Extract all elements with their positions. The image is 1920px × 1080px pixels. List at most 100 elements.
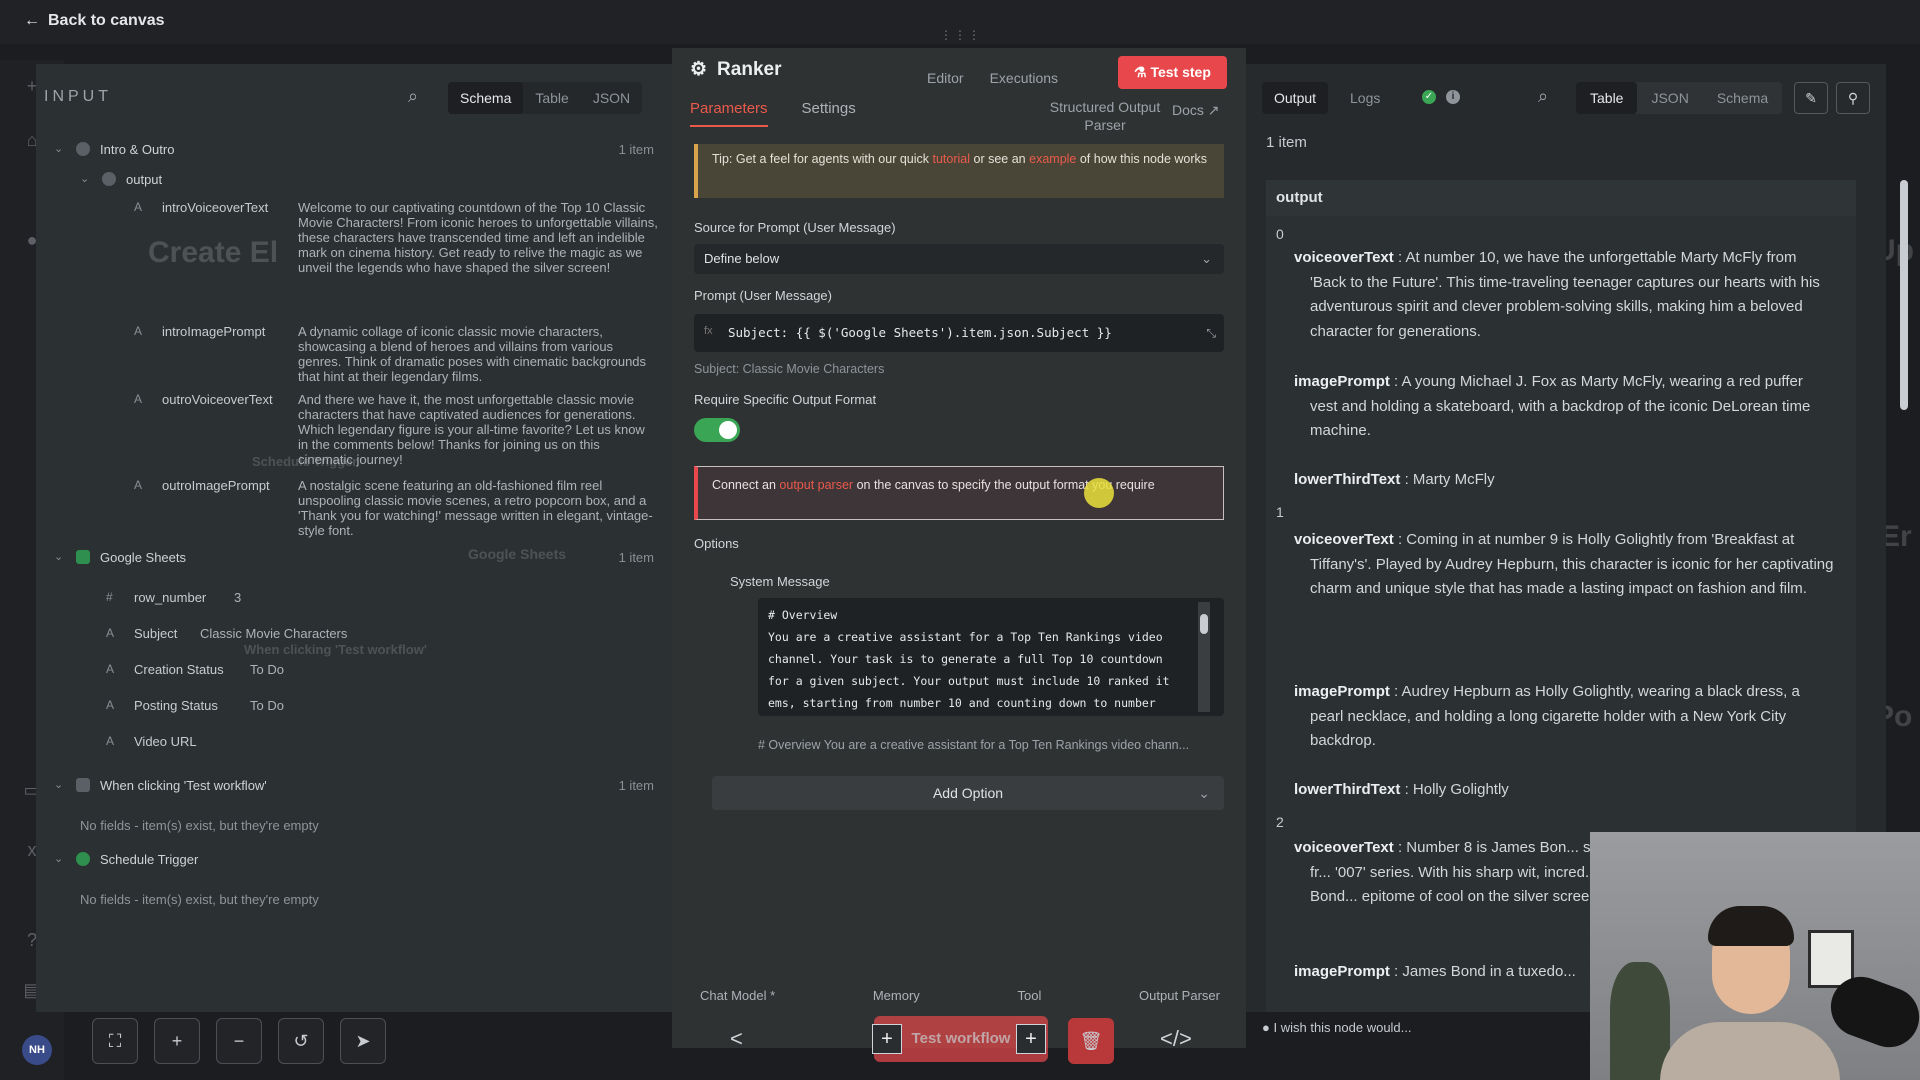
- feedback-link[interactable]: ● I wish this node would...: [1262, 1020, 1412, 1035]
- mouse-cursor-highlight: [1084, 478, 1114, 508]
- tree-group-schedule-trigger[interactable]: ⌄ Schedule Trigger: [54, 852, 654, 867]
- tab-parameters[interactable]: Parameters: [690, 100, 768, 127]
- prompt-input[interactable]: fx Subject: {{ $('Google Sheets').item.j…: [694, 314, 1224, 352]
- tab-settings[interactable]: Settings: [802, 100, 856, 127]
- tree-group-output[interactable]: ⌄ output: [80, 172, 162, 187]
- user-avatar[interactable]: NH: [22, 1035, 52, 1065]
- items-count: 1 item: [1266, 134, 1307, 151]
- pin-icon[interactable]: ⚲: [1836, 82, 1870, 114]
- value-text: Marty McFly: [1412, 471, 1495, 488]
- kv-voiceover: voiceoverText : Coming in at number 9 is…: [1294, 531, 1834, 597]
- tip-callout: Tip: Get a feel for agents with our quic…: [694, 144, 1224, 198]
- chevron-down-icon: ⌄: [1198, 785, 1210, 801]
- tree-group-intro-outro[interactable]: ⌄ Intro & Outro 1 item: [54, 142, 654, 157]
- expand-icon[interactable]: ⤡: [1206, 326, 1216, 341]
- tab-json[interactable]: JSON: [1637, 82, 1702, 114]
- field-row: A outroVoiceoverText And there we have i…: [134, 392, 674, 467]
- add-option-button[interactable]: Add Option ⌄: [712, 776, 1224, 810]
- require-format-toggle[interactable]: [694, 418, 740, 442]
- output-parser-callout: Connect an output parser on the canvas t…: [694, 466, 1224, 520]
- back-to-canvas-link[interactable]: ← Back to canvas: [24, 12, 165, 30]
- field-name[interactable]: outroVoiceoverText: [162, 392, 298, 407]
- tip-text: Tip: Get a feel for agents with our quic…: [712, 152, 930, 166]
- key-label: imagePrompt: [1294, 683, 1390, 700]
- share-icon[interactable]: <: [730, 1026, 743, 1052]
- empty-note: No fields - item(s) exist, but they're e…: [80, 818, 319, 833]
- tab-table[interactable]: Table: [523, 82, 580, 114]
- output-scrollbar[interactable]: [1898, 176, 1910, 836]
- tab-json[interactable]: JSON: [581, 82, 642, 114]
- undo-icon[interactable]: ↺: [278, 1018, 324, 1064]
- info-icon[interactable]: i: [1446, 90, 1460, 104]
- tab-schema[interactable]: Schema: [1703, 82, 1782, 114]
- top-bar: ← Back to canvas ⋮⋮⋮: [0, 0, 1920, 44]
- test-step-label: Test step: [1150, 64, 1211, 80]
- scroll-thumb[interactable]: [1200, 614, 1208, 634]
- field-name[interactable]: introImagePrompt: [162, 324, 298, 339]
- tool-label[interactable]: Tool: [1017, 988, 1041, 1003]
- add-option-label: Add Option: [932, 785, 1004, 801]
- field-name[interactable]: introVoiceoverText: [162, 200, 298, 215]
- output-parser-link[interactable]: output parser: [779, 478, 853, 492]
- code-icon[interactable]: </>: [1160, 1026, 1192, 1052]
- prompt-value: Subject: {{ $('Google Sheets').item.json…: [728, 325, 1112, 340]
- tree-group-manual-trigger[interactable]: ⌄ When clicking 'Test workflow' 1 item: [54, 778, 654, 793]
- search-icon[interactable]: ⌕: [1538, 86, 1548, 107]
- editor-tabs: Editor Executions: [927, 70, 1058, 86]
- chevron-down-icon: ⌄: [54, 779, 64, 791]
- tab-table[interactable]: Table: [1576, 82, 1638, 114]
- field-name[interactable]: Video URL: [134, 734, 197, 749]
- chat-model-label[interactable]: Chat Model *: [700, 988, 775, 1003]
- group-label: Intro & Outro: [100, 142, 175, 157]
- field-name[interactable]: outroImagePrompt: [162, 478, 298, 493]
- field-row: A Subject Classic Movie Characters: [106, 626, 347, 641]
- chevron-down-icon: ⌄: [54, 853, 64, 865]
- string-type-icon: A: [134, 324, 143, 338]
- key-label: voiceoverText: [1294, 249, 1394, 266]
- chevron-down-icon: ⌄: [1201, 251, 1212, 266]
- code-line: channel. Your task is to generate a full…: [768, 652, 1163, 666]
- system-message-input[interactable]: # Overview You are a creative assistant …: [758, 598, 1224, 716]
- field-name[interactable]: Creation Status: [134, 662, 250, 677]
- scroll-thumb[interactable]: [1900, 180, 1908, 410]
- docs-link[interactable]: Docs ↗: [1172, 102, 1220, 119]
- fit-view-icon[interactable]: ⛶: [92, 1018, 138, 1064]
- tab-output[interactable]: Output: [1262, 82, 1329, 114]
- memory-label[interactable]: Memory: [873, 988, 920, 1003]
- drag-handle[interactable]: ⋮⋮⋮: [940, 28, 982, 42]
- tab-executions[interactable]: Executions: [990, 70, 1058, 86]
- tab-schema[interactable]: Schema: [448, 82, 524, 114]
- tutorial-link[interactable]: tutorial: [933, 152, 971, 166]
- field-name[interactable]: row_number: [134, 590, 234, 605]
- tree-group-google-sheets[interactable]: ⌄ Google Sheets 1 item: [54, 550, 654, 565]
- source-select[interactable]: Define below ⌄: [694, 244, 1224, 274]
- trash-icon[interactable]: 🗑: [1068, 1018, 1114, 1064]
- edit-pencil-icon[interactable]: ✎: [1794, 82, 1828, 114]
- add-tool-button[interactable]: +: [1016, 1024, 1046, 1054]
- add-chat-model-button[interactable]: +: [872, 1024, 902, 1054]
- field-name[interactable]: Subject: [134, 626, 200, 641]
- tip-text: of how this node works: [1079, 152, 1208, 166]
- tidy-up-icon[interactable]: ➤: [340, 1018, 386, 1064]
- example-link[interactable]: example: [1029, 152, 1076, 166]
- tab-editor[interactable]: Editor: [927, 70, 964, 86]
- field-name[interactable]: Posting Status: [134, 698, 250, 713]
- test-step-button[interactable]: ⚗ Test step: [1118, 56, 1227, 89]
- system-message-scrollbar[interactable]: [1198, 602, 1210, 712]
- field-row: A Posting Status To Do: [106, 698, 284, 713]
- code-line: # Overview: [768, 608, 838, 622]
- field-row: A Creation Status To Do: [106, 662, 284, 677]
- zoom-out-icon[interactable]: −: [216, 1018, 262, 1064]
- kv-image-prompt: imagePrompt : A young Michael J. Fox as …: [1294, 373, 1811, 439]
- output-parser-label[interactable]: Output Parser: [1139, 988, 1220, 1003]
- tab-logs[interactable]: Logs: [1338, 82, 1392, 114]
- lightbulb-icon: ●: [1262, 1020, 1270, 1035]
- output-view-toggle: Table JSON Schema: [1576, 82, 1783, 114]
- field-row: A outroImagePrompt A nostalgic scene fea…: [134, 478, 674, 538]
- field-value: To Do: [250, 662, 284, 677]
- zoom-in-icon[interactable]: +: [154, 1018, 200, 1064]
- toggle-knob: [719, 421, 737, 439]
- search-icon[interactable]: ⌕: [408, 86, 418, 107]
- input-panel: INPUT ⌕ Schema Table JSON ⌄ Intro & Outr…: [36, 64, 672, 1012]
- group-label: When clicking 'Test workflow': [100, 778, 267, 793]
